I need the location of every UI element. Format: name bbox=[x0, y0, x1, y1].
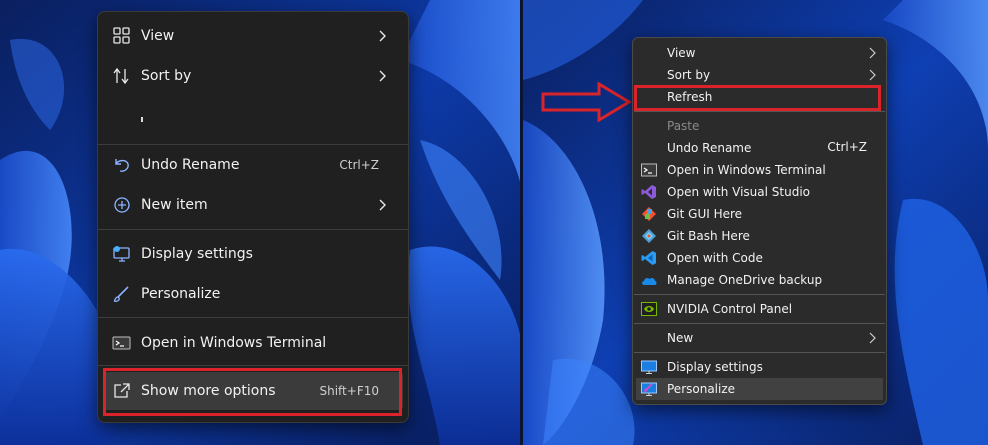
visual-studio-icon bbox=[641, 185, 656, 199]
view-grid-icon bbox=[113, 27, 130, 44]
menu-item-onedrive-backup[interactable]: Manage OneDrive backup bbox=[636, 269, 883, 291]
personalize-icon bbox=[641, 382, 657, 396]
chevron-right-icon bbox=[869, 69, 876, 81]
onedrive-icon bbox=[642, 277, 657, 285]
vscode-icon bbox=[641, 251, 656, 265]
menu-item-open-terminal[interactable]: Open in Windows Terminal bbox=[636, 159, 883, 181]
chevron-right-icon bbox=[869, 332, 876, 344]
terminal-icon bbox=[641, 163, 657, 177]
menu-separator bbox=[634, 352, 885, 353]
display-icon bbox=[113, 246, 130, 262]
right-screenshot-panel: View Sort by Refresh Paste Undo Rename C… bbox=[523, 0, 988, 445]
menu-item-new[interactable]: New bbox=[636, 327, 883, 349]
menu-item-label: Display settings bbox=[667, 360, 763, 374]
win11-context-menu: View Sort by Undo Rename Ctrl+Z New item… bbox=[97, 11, 409, 423]
undo-icon bbox=[115, 159, 129, 172]
menu-item-label: NVIDIA Control Panel bbox=[667, 302, 793, 316]
chevron-right-icon bbox=[869, 47, 876, 59]
menu-separator bbox=[98, 317, 408, 318]
menu-item-label: New bbox=[667, 331, 694, 345]
menu-item-personalize[interactable]: Personalize bbox=[636, 378, 883, 400]
menu-item-label: New item bbox=[141, 197, 208, 213]
menu-item-label: Personalize bbox=[667, 382, 736, 396]
menu-item-open-terminal[interactable]: Open in Windows Terminal bbox=[103, 324, 403, 362]
menu-item-label: Open in Windows Terminal bbox=[141, 335, 327, 351]
sort-icon bbox=[113, 67, 129, 85]
highlight-box-show-more-options bbox=[103, 368, 402, 416]
shortcut-text: Ctrl+Z bbox=[339, 158, 379, 172]
git-bash-icon bbox=[642, 229, 656, 243]
chevron-right-icon bbox=[379, 199, 386, 211]
menu-item-view[interactable]: View bbox=[103, 17, 403, 55]
menu-separator bbox=[634, 294, 885, 295]
menu-item-label: Git Bash Here bbox=[667, 229, 750, 243]
nvidia-icon bbox=[641, 302, 657, 316]
menu-item-label: Open in Windows Terminal bbox=[667, 163, 826, 177]
menu-item-label: Git GUI Here bbox=[667, 207, 743, 221]
menu-item-paste[interactable]: Paste bbox=[636, 115, 883, 137]
display-icon bbox=[641, 360, 657, 374]
menu-item-sort-by[interactable]: Sort by bbox=[103, 57, 403, 95]
red-arrow-icon bbox=[541, 82, 632, 122]
highlight-box-refresh bbox=[634, 85, 881, 111]
menu-item-label: Manage OneDrive backup bbox=[667, 273, 823, 287]
menu-item-label: Sort by bbox=[667, 68, 711, 82]
blank-item-marker bbox=[141, 117, 143, 122]
menu-separator bbox=[634, 111, 885, 112]
chevron-right-icon bbox=[379, 30, 386, 42]
menu-item-label: Undo Rename bbox=[141, 157, 240, 173]
menu-item-label: Personalize bbox=[141, 286, 221, 302]
menu-item-label: Display settings bbox=[141, 246, 253, 262]
chevron-right-icon bbox=[379, 70, 386, 82]
menu-item-label: Sort by bbox=[141, 68, 192, 84]
menu-item-label: View bbox=[141, 28, 175, 44]
brush-icon bbox=[113, 286, 129, 302]
menu-separator bbox=[98, 229, 408, 230]
menu-item-label: Open with Code bbox=[667, 251, 763, 265]
menu-item-display-settings[interactable]: Display settings bbox=[103, 235, 403, 273]
menu-item-open-with-code[interactable]: Open with Code bbox=[636, 247, 883, 269]
git-gui-icon bbox=[642, 207, 656, 221]
menu-item-open-visual-studio[interactable]: Open with Visual Studio bbox=[636, 181, 883, 203]
menu-item-nvidia-control-panel[interactable]: NVIDIA Control Panel bbox=[636, 298, 883, 320]
menu-item-label: Open with Visual Studio bbox=[667, 185, 810, 199]
menu-item-undo-rename[interactable]: Undo Rename Ctrl+Z bbox=[636, 137, 883, 159]
menu-item-personalize[interactable]: Personalize bbox=[103, 275, 403, 313]
menu-item-git-gui[interactable]: Git GUI Here bbox=[636, 203, 883, 225]
menu-item-undo-rename[interactable]: Undo Rename Ctrl+Z bbox=[103, 146, 403, 184]
menu-item-sort-by[interactable]: Sort by bbox=[636, 64, 883, 86]
terminal-icon bbox=[112, 336, 131, 350]
menu-item-label: Paste bbox=[667, 119, 700, 133]
menu-separator bbox=[98, 365, 408, 366]
shortcut-text: Ctrl+Z bbox=[827, 140, 867, 154]
menu-item-git-bash[interactable]: Git Bash Here bbox=[636, 225, 883, 247]
menu-separator bbox=[98, 144, 408, 145]
menu-item-label: View bbox=[667, 46, 696, 60]
plus-circle-icon bbox=[114, 197, 130, 213]
menu-item-new-item[interactable]: New item bbox=[103, 186, 403, 224]
menu-item-view[interactable]: View bbox=[636, 42, 883, 64]
menu-separator bbox=[634, 323, 885, 324]
menu-item-display-settings[interactable]: Display settings bbox=[636, 356, 883, 378]
left-screenshot-panel: View Sort by Undo Rename Ctrl+Z New item… bbox=[0, 0, 523, 445]
menu-item-label: Undo Rename bbox=[667, 141, 752, 155]
